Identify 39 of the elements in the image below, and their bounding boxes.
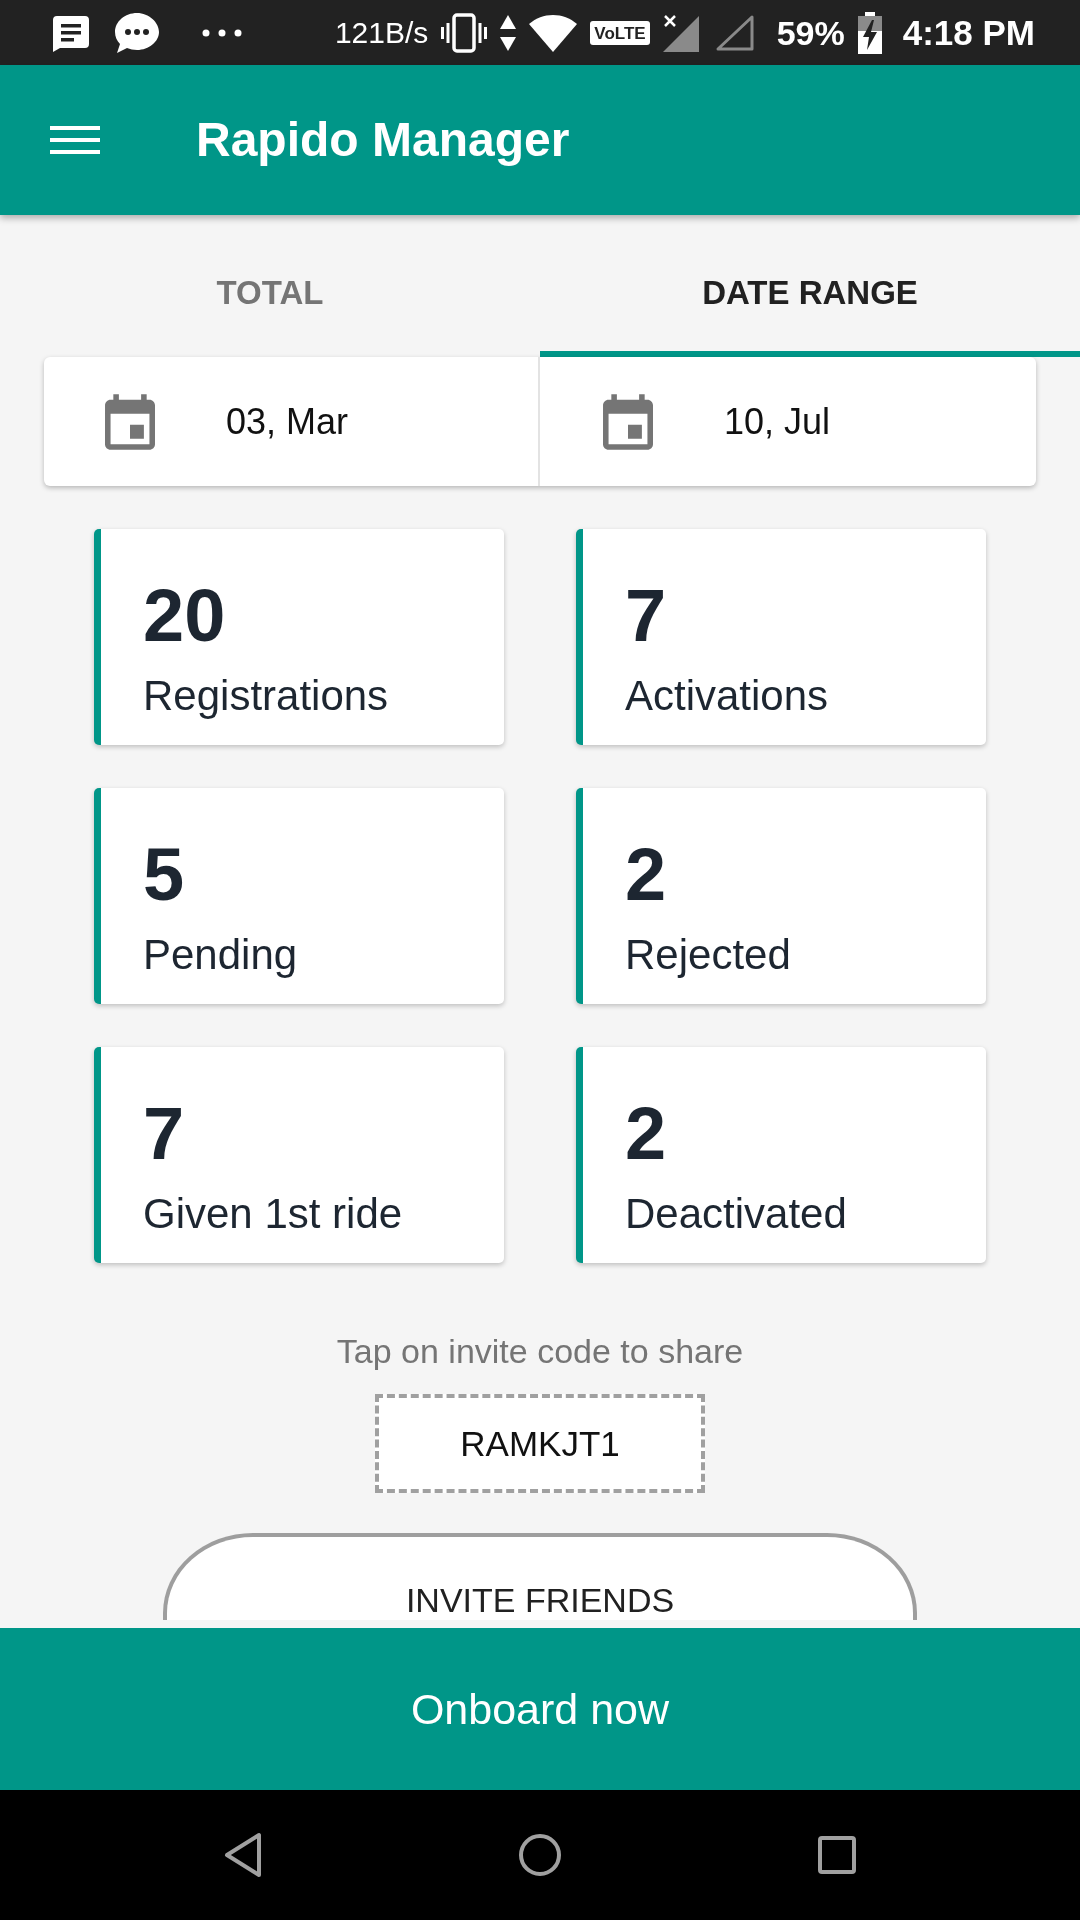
signal-icon xyxy=(662,13,699,52)
stat-label: Deactivated xyxy=(625,1191,847,1237)
volte-indicator: VoLTE xyxy=(590,20,650,45)
clock: 4:18 PM xyxy=(902,15,1035,50)
stat-value: 20 xyxy=(143,579,226,653)
wifi-icon xyxy=(529,13,578,52)
vibrate-icon xyxy=(441,12,488,53)
data-arrows-icon xyxy=(500,14,517,51)
recents-icon[interactable] xyxy=(818,1836,856,1874)
stat-value: 2 xyxy=(625,838,667,912)
network-speed: 121B/s xyxy=(334,17,429,48)
message-icon xyxy=(52,13,90,52)
calendar-icon xyxy=(603,393,653,450)
invite-hint: Tap on invite code to share xyxy=(336,1331,744,1371)
stat-label: Pending xyxy=(143,932,298,978)
back-icon[interactable] xyxy=(224,1832,262,1878)
menu-icon[interactable] xyxy=(50,126,100,154)
stat-value: 2 xyxy=(625,1097,667,1171)
home-icon[interactable] xyxy=(519,1834,561,1876)
stat-value: 7 xyxy=(625,579,667,653)
stat-label: Registrations xyxy=(143,673,389,719)
end-date-picker[interactable]: 10, Jul xyxy=(538,357,1036,486)
signal-empty-icon xyxy=(715,14,754,51)
invite-friends-button[interactable]: INVITE FRIENDS xyxy=(163,1533,917,1620)
start-date-picker[interactable]: 03, Mar xyxy=(44,357,538,486)
app-title: Rapido Manager xyxy=(196,116,570,164)
tab[interactable]: TOTAL xyxy=(0,215,540,357)
invite-code[interactable]: RAMKJT1 xyxy=(375,1394,705,1493)
stat-label: Activations xyxy=(625,673,829,719)
battery-charging-icon xyxy=(857,11,882,54)
more-dots-icon xyxy=(202,28,242,37)
stat-value: 5 xyxy=(143,838,185,912)
stat-label: Given 1st ride xyxy=(143,1191,403,1237)
calendar-icon xyxy=(105,393,155,450)
battery-percentage: 59% xyxy=(776,15,845,50)
chat-bubble-icon xyxy=(114,11,160,54)
onboard-button[interactable]: Onboard now xyxy=(0,1628,1080,1790)
stat-label: Rejected xyxy=(625,932,791,978)
stat-value: 7 xyxy=(143,1097,185,1171)
